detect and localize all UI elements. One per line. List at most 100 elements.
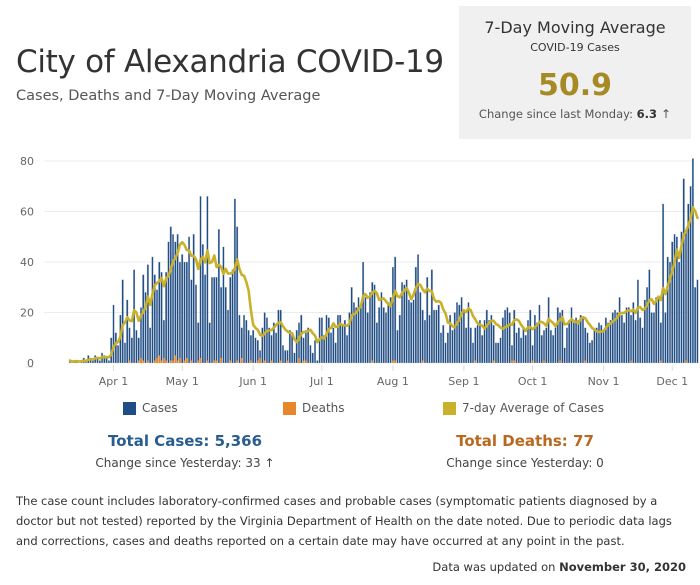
case-bar <box>224 287 227 364</box>
case-bar <box>664 312 667 364</box>
death-bar <box>240 357 243 363</box>
case-bar <box>607 322 610 364</box>
case-bar <box>245 319 248 364</box>
case-bar <box>123 342 126 364</box>
case-bar <box>279 309 282 364</box>
y-tick-label: 80 <box>20 155 34 168</box>
case-bar <box>552 335 555 364</box>
case-bar <box>391 266 394 364</box>
case-bar <box>609 319 612 364</box>
y-tick-label: 20 <box>20 307 34 320</box>
case-bar <box>529 309 532 364</box>
case-bar <box>233 198 236 364</box>
case-bar <box>472 342 475 364</box>
case-bar <box>442 324 445 364</box>
death-bar <box>169 360 172 363</box>
death-bar <box>142 360 145 363</box>
case-bar <box>462 309 465 364</box>
case-bar <box>636 279 639 364</box>
death-bar <box>259 357 261 363</box>
death-bar <box>179 357 181 363</box>
kpi-value: 50.9 <box>537 68 613 103</box>
kpi-change-value: 6.3 <box>636 107 658 121</box>
case-bar <box>616 312 619 364</box>
case-bar <box>188 236 191 364</box>
case-bar <box>499 337 502 364</box>
x-tick-label: Jun 1 <box>238 375 267 388</box>
case-bar <box>231 269 234 364</box>
death-bar <box>685 360 687 363</box>
death-bar <box>165 360 168 363</box>
death-bar <box>137 360 140 363</box>
death-bar <box>190 360 193 363</box>
y-axis-ticks: 0 20 40 60 80 <box>20 155 34 370</box>
case-bar <box>417 254 420 364</box>
x-tick-label: Nov 1 <box>588 375 620 388</box>
case-bar <box>215 276 218 364</box>
case-bar <box>403 284 406 364</box>
case-bar <box>375 322 378 364</box>
case-bar <box>572 322 575 364</box>
case-bar <box>685 231 688 364</box>
update-prefix: Data was updated on <box>432 560 560 574</box>
case-bar <box>478 319 481 364</box>
case-bar <box>591 340 594 364</box>
case-bar <box>522 327 525 364</box>
case-bar <box>311 352 314 364</box>
case-bar <box>623 322 626 364</box>
case-bar <box>346 335 349 364</box>
case-bar <box>366 312 369 364</box>
legend-item-deaths[interactable]: Deaths <box>283 401 345 415</box>
death-bar <box>474 360 477 363</box>
case-bar <box>327 317 330 364</box>
death-bar <box>128 360 131 363</box>
case-bar <box>307 327 310 364</box>
case-bar <box>430 269 433 364</box>
page-subtitle: Cases, Deaths and 7-Day Moving Average <box>16 88 321 104</box>
case-bar <box>197 322 200 364</box>
case-bar <box>533 314 536 364</box>
case-bar <box>696 279 699 364</box>
case-bar <box>575 317 578 364</box>
case-bar <box>151 256 154 364</box>
case-bar <box>446 332 449 364</box>
case-bar <box>126 299 129 364</box>
arrow-up-icon: ↑ <box>661 107 672 121</box>
case-bar <box>652 312 655 364</box>
death-bar <box>147 360 149 363</box>
case-bar <box>254 337 257 364</box>
case-bar <box>364 297 367 364</box>
case-bar <box>510 345 513 364</box>
case-bar <box>240 327 243 364</box>
legend-item-average[interactable]: 7-day Average of Cases <box>443 401 604 415</box>
case-bar <box>691 158 694 364</box>
legend-item-cases[interactable]: Cases <box>123 401 178 415</box>
case-bar <box>382 307 385 364</box>
case-bar <box>423 319 426 364</box>
legend-label-cases: Cases <box>142 401 178 415</box>
case-bar <box>183 261 186 364</box>
case-bar <box>540 335 543 364</box>
death-bar <box>298 357 300 363</box>
case-bar <box>648 269 651 364</box>
case-bar <box>588 342 591 364</box>
case-bar <box>149 327 152 364</box>
death-bar <box>394 360 397 363</box>
kpi-change: Change since last Monday: 6.3 ↑ <box>459 107 691 121</box>
average-swatch-icon <box>443 401 456 415</box>
y-tick-label: 40 <box>20 256 34 269</box>
case-bar <box>428 314 431 364</box>
covid-chart[interactable]: 0 20 40 60 80 Apr 1 May 1 Jun 1 Jul 1 Aug 1 Sep 1… <box>0 145 700 395</box>
death-bar <box>185 357 188 363</box>
death-bar <box>156 357 158 363</box>
case-bar <box>625 307 628 364</box>
case-bar <box>453 312 456 364</box>
case-bar <box>433 309 436 364</box>
death-bar <box>584 360 587 363</box>
case-bar <box>595 327 598 364</box>
total-cases: Total Cases: 5,366 <box>107 432 263 450</box>
case-bar <box>451 330 454 364</box>
case-bar <box>249 335 252 364</box>
death-bar <box>206 360 209 363</box>
case-bar <box>536 322 539 364</box>
